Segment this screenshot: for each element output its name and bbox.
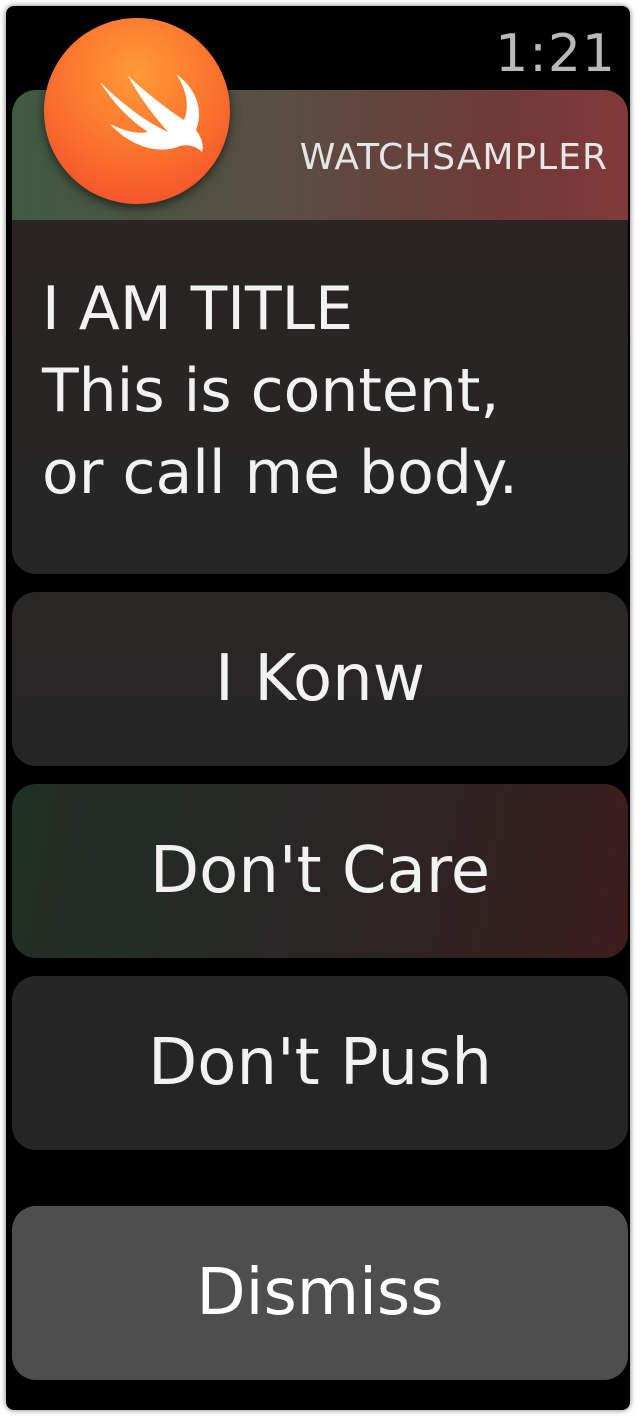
dont-care-button[interactable]: Don't Care <box>12 784 628 958</box>
watch-screen: 1:21 WATCHSAMPLER I AM TITLE This is con… <box>6 6 630 1410</box>
swift-bird-icon-glyph <box>100 74 203 152</box>
status-time: 1:21 <box>495 24 616 84</box>
dont-push-button[interactable]: Don't Push <box>12 976 628 1150</box>
notification-body-line: This is content, <box>42 356 500 426</box>
notification-title: I AM TITLE <box>42 274 353 344</box>
dismiss-button[interactable]: Dismiss <box>12 1206 628 1380</box>
notification-body-line: or call me body. <box>42 438 518 508</box>
notification-message-card: I AM TITLE This is content, or call me b… <box>12 220 628 574</box>
notification-message: I AM TITLE This is content, or call me b… <box>42 268 612 514</box>
i-know-button[interactable]: I Konw <box>12 592 628 766</box>
app-name: WATCHSAMPLER <box>299 137 608 178</box>
swift-bird-icon <box>44 18 230 204</box>
